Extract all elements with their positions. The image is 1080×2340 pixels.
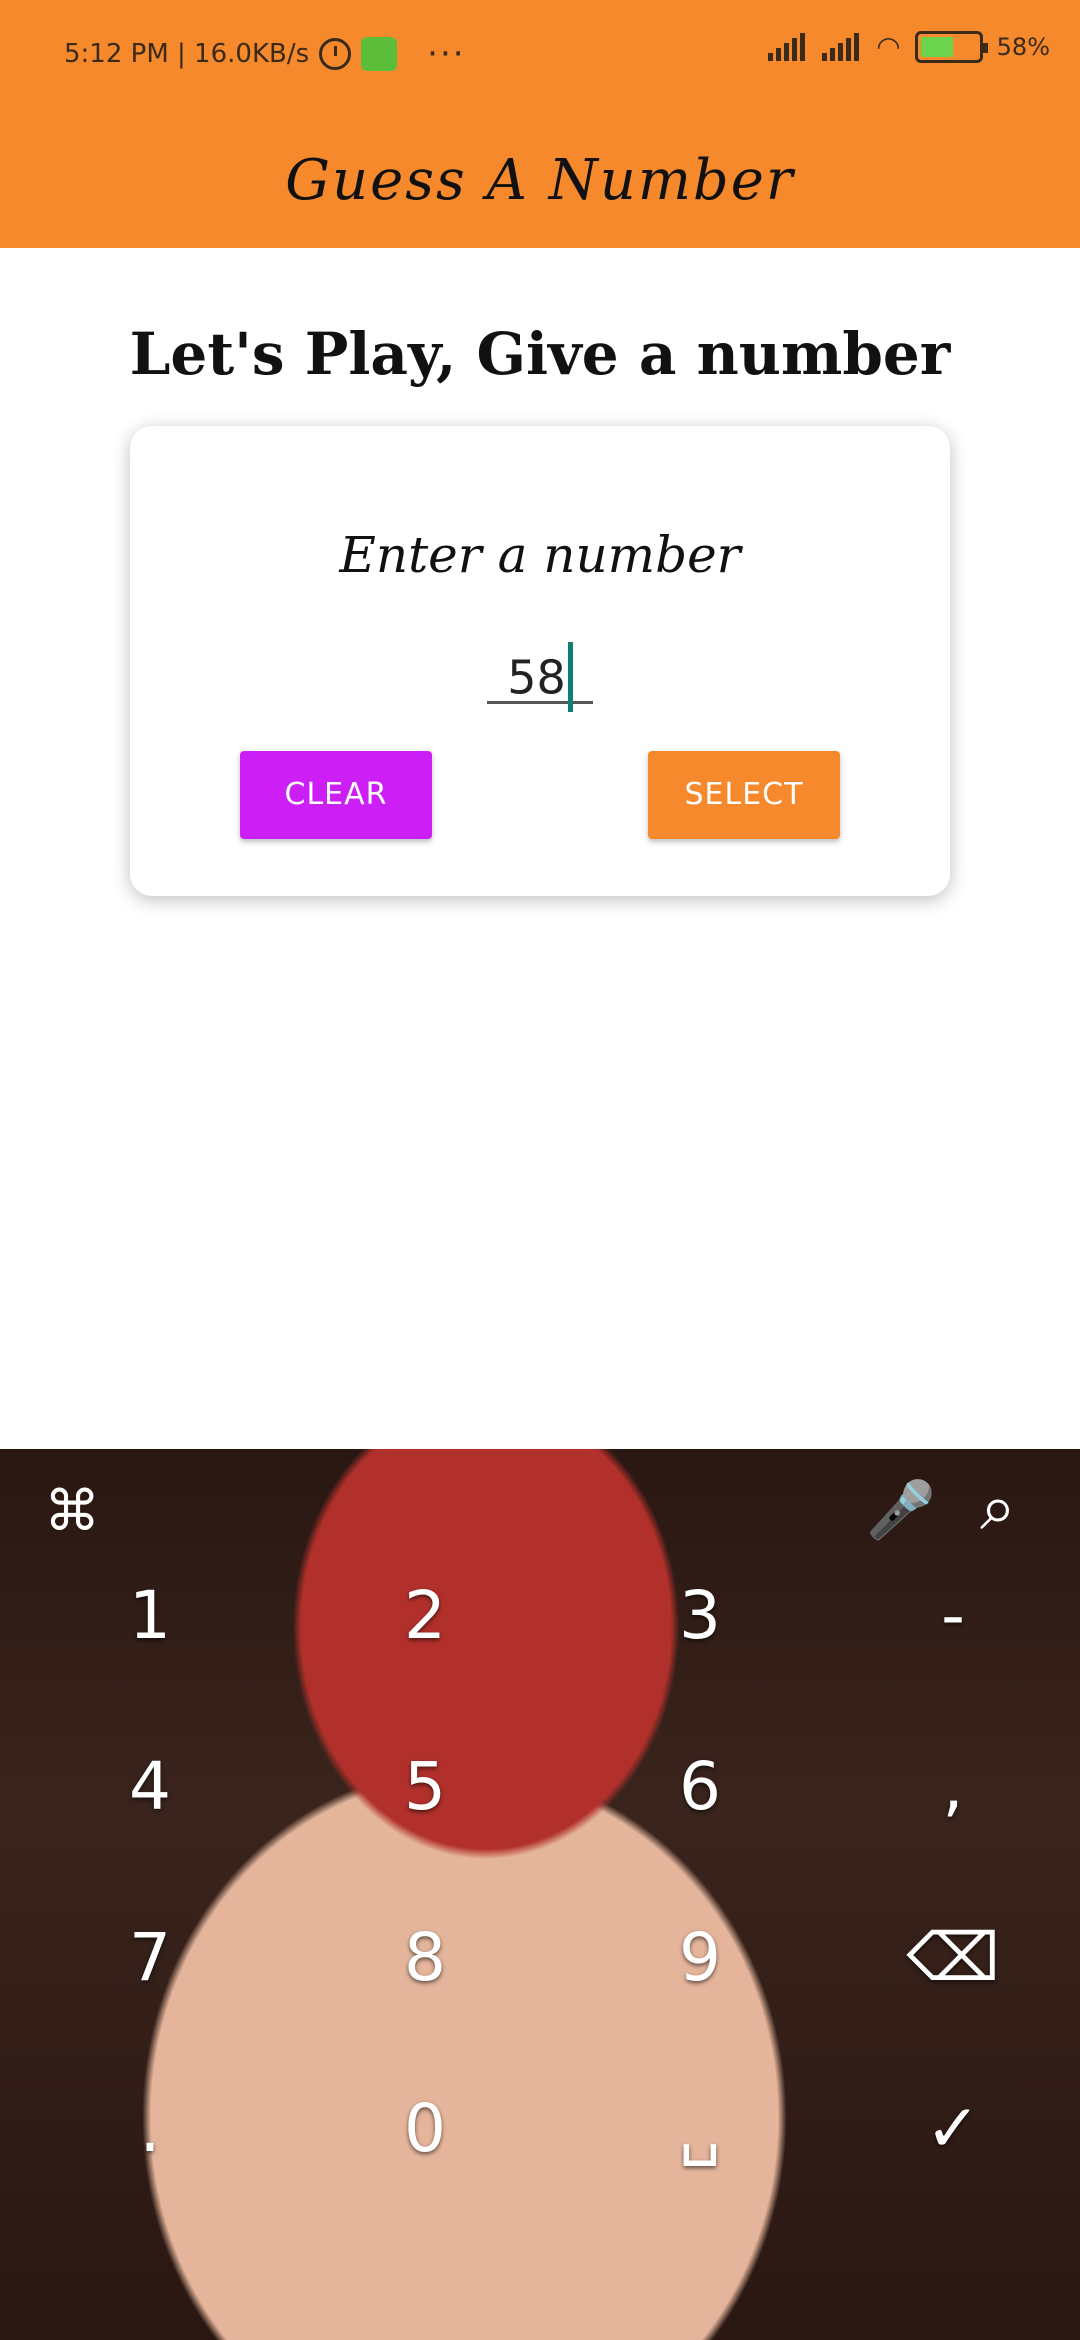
space-icon[interactable]: ␣ [565,2044,835,2214]
status-left: 5:12 PM | 16.0KB/s ··· [64,34,466,74]
done-check-icon[interactable]: ✓ [818,2044,1080,2214]
battery-percent: 58% [996,32,1050,61]
status-right: ◠ 58% [768,30,1050,63]
key-7[interactable]: 7 [15,1873,285,2043]
backspace-icon[interactable]: ⌫ [818,1873,1080,2043]
battery-icon [914,30,988,63]
key-minus[interactable]: - [818,1531,1080,1701]
app-notification-icon [361,37,398,71]
wifi-icon: ◠ [876,30,901,63]
key-3[interactable]: 3 [565,1531,835,1701]
key-comma[interactable]: , [818,1702,1080,1872]
text-cursor [567,642,573,712]
key-9[interactable]: 9 [565,1873,835,2043]
key-5[interactable]: 5 [290,1702,560,1872]
key-0[interactable]: 0 [290,2044,560,2214]
signal-icon-2 [822,32,862,61]
alarm-icon [319,38,352,70]
key-1[interactable]: 1 [15,1531,285,1701]
input-label: Enter a number [339,526,741,584]
number-input-value: 58 [507,650,566,705]
key-4[interactable]: 4 [15,1702,285,1872]
signal-icon [768,32,808,61]
more-notifications-icon: ··· [427,34,466,74]
key-6[interactable]: 6 [565,1702,835,1872]
clear-button[interactable]: CLEAR [240,751,432,839]
key-period[interactable]: . [15,2044,285,2214]
key-2[interactable]: 2 [290,1531,560,1701]
status-bar: 5:12 PM | 16.0KB/s ··· ◠ 58% [0,0,1080,100]
number-input[interactable]: 58 [487,642,593,712]
page-heading: Let's Play, Give a number [129,320,951,388]
numeric-keyboard: ⌘ 🎤 ⌕ 1 2 3 - 4 5 6 , 7 8 9 ⌫ . 0 ␣ ✓ [0,1449,1080,2340]
status-time-speed: 5:12 PM | 16.0KB/s [64,39,310,69]
select-button[interactable]: SELECT [648,751,840,839]
key-8[interactable]: 8 [290,1873,560,2043]
app-title: Guess A Number [285,148,795,213]
number-card: Enter a number 58 CLEAR SELECT [130,426,950,896]
app-bar: 5:12 PM | 16.0KB/s ··· ◠ 58% Guess A Num… [0,0,1080,248]
